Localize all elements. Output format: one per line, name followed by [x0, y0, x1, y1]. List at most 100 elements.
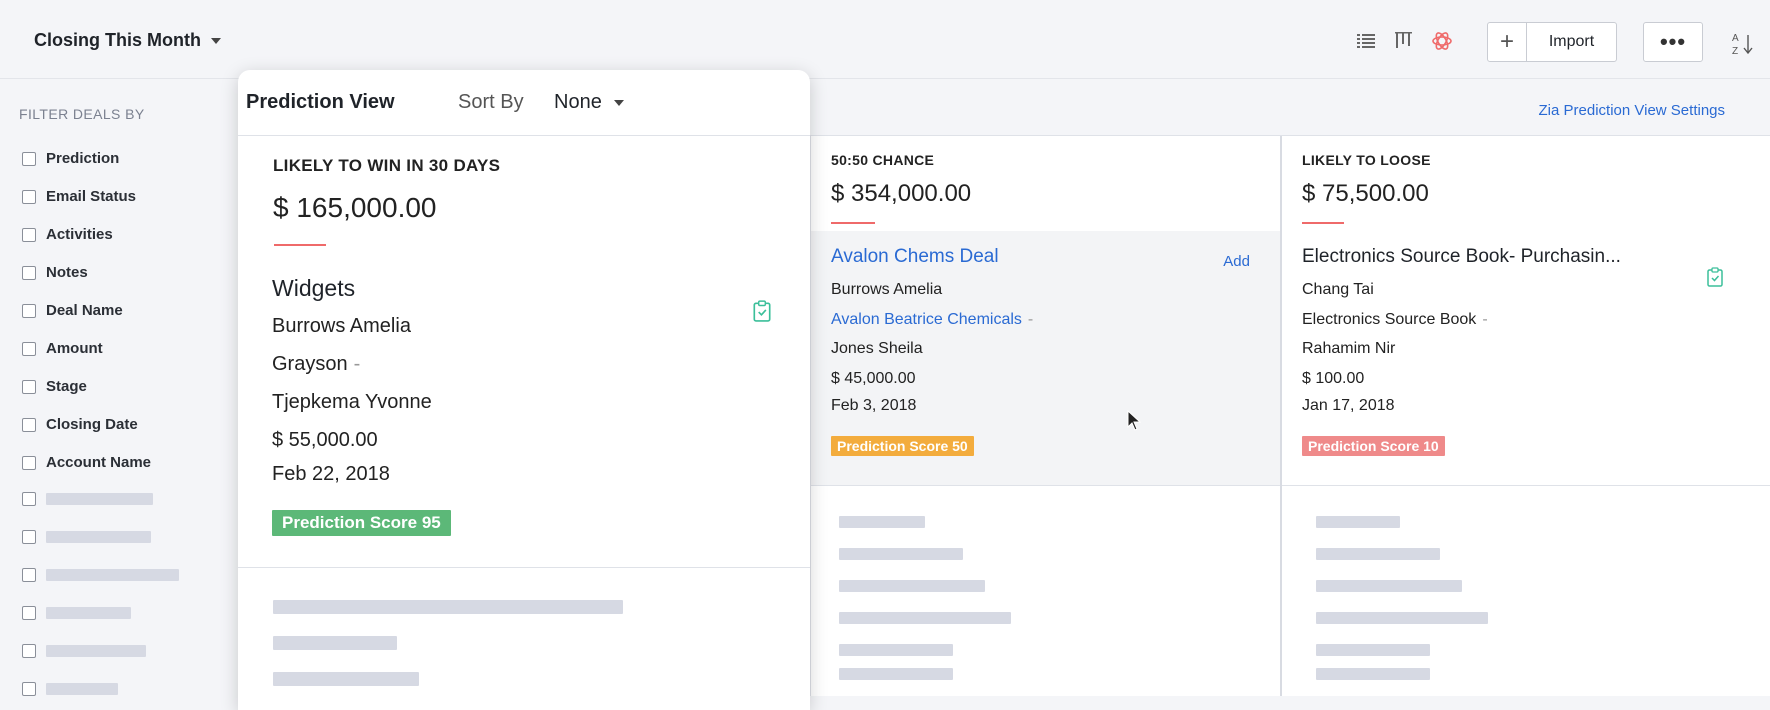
filter-label: Account Name: [46, 454, 152, 471]
checkbox[interactable]: [22, 265, 36, 280]
zia-settings-link[interactable]: Zia Prediction View Settings: [1539, 102, 1725, 119]
deal-title[interactable]: Electronics Source Book- Purchasin...: [1302, 246, 1621, 268]
deal-contact: Burrows Amelia: [831, 281, 943, 298]
svg-text:A: A: [1732, 33, 1739, 44]
filter-label: Activities: [46, 226, 113, 243]
placeholder-bar: [839, 516, 925, 528]
filter-closing-date[interactable]: Closing Date: [22, 416, 138, 433]
filter-label: Amount: [46, 340, 103, 357]
deal-card[interactable]: Electronics Source Book- Purchasin... Ch…: [1282, 231, 1770, 486]
filter-placeholder[interactable]: [22, 644, 146, 658]
checkbox[interactable]: [22, 303, 36, 318]
filter-sidebar: FILTER DEALS BY Prediction Email Status …: [0, 80, 236, 696]
filter-label: Closing Date: [46, 416, 138, 433]
filter-notes[interactable]: Notes: [22, 264, 88, 281]
placeholder-bar: [1316, 668, 1430, 680]
placeholder-bar: [46, 607, 131, 619]
filter-label: Stage: [46, 378, 87, 395]
kanban-view-icon[interactable]: [1393, 30, 1415, 52]
deal-contact: Chang Tai: [1302, 281, 1374, 298]
prediction-score-badge: Prediction Score 95: [272, 510, 451, 536]
placeholder-bar: [46, 683, 118, 695]
view-selector-label: Closing This Month: [34, 30, 201, 50]
filter-stage[interactable]: Stage: [22, 378, 87, 395]
placeholder-bar: [839, 612, 1011, 624]
custom-view-selector[interactable]: Closing This Month: [34, 30, 221, 51]
owner-link[interactable]: Jones Sheila: [831, 340, 923, 358]
filter-label: Deal Name: [46, 302, 123, 319]
deal-card[interactable]: Avalon Chems Deal Add Burrows Amelia Ava…: [811, 231, 1280, 486]
placeholder-bar: [1316, 548, 1440, 560]
placeholder-bar: [46, 645, 146, 657]
filter-placeholder[interactable]: [22, 530, 151, 544]
placeholder-bar: [46, 569, 179, 581]
import-button[interactable]: Import: [1527, 23, 1616, 61]
placeholder-bar: [1316, 516, 1400, 528]
checkbox[interactable]: [22, 151, 36, 166]
filter-placeholder[interactable]: [22, 682, 118, 696]
checkbox[interactable]: [22, 227, 36, 242]
checkbox[interactable]: [22, 189, 36, 204]
filter-amount[interactable]: Amount: [22, 340, 103, 357]
deal-closing-date: Feb 3, 2018: [831, 397, 917, 414]
checkbox[interactable]: [22, 417, 36, 432]
placeholder-bar: [273, 672, 419, 686]
chevron-down-icon: [210, 37, 221, 44]
svg-text:Z: Z: [1732, 46, 1738, 57]
separator: -: [1027, 311, 1034, 328]
filter-deal-name[interactable]: Deal Name: [22, 302, 123, 319]
checkbox[interactable]: [22, 341, 36, 356]
checkbox[interactable]: [22, 455, 36, 470]
create-deal-button[interactable]: +: [1488, 23, 1527, 61]
filter-account-name[interactable]: Account Name: [22, 454, 151, 471]
placeholder-bar: [839, 548, 963, 560]
filter-label: Email Status: [46, 188, 137, 205]
placeholder-bar: [1316, 580, 1462, 592]
column-fifty-fifty: 50:50 CHANCE $ 354,000.00 Avalon Chems D…: [810, 136, 1280, 696]
filter-email-status[interactable]: Email Status: [22, 188, 136, 205]
checkbox[interactable]: [22, 568, 36, 582]
view-switcher: [1355, 30, 1453, 52]
deal-title[interactable]: Widgets: [272, 275, 355, 302]
list-view-icon[interactable]: [1355, 30, 1377, 52]
deal-closing-date: Jan 17, 2018: [1302, 397, 1395, 414]
filter-label: Notes: [46, 264, 88, 281]
filter-title: FILTER DEALS BY: [19, 106, 145, 122]
top-bar: Closing This Month + Import ••• A Z: [0, 0, 1770, 79]
zia-prediction-icon[interactable]: [1431, 30, 1453, 52]
create-import-group: + Import: [1487, 22, 1617, 62]
column-likely-to-loose: LIKELY TO LOOSE $ 75,500.00 Electronics …: [1280, 136, 1770, 696]
checkbox[interactable]: [22, 492, 36, 506]
placeholder-bar: [1316, 612, 1488, 624]
task-clipboard-icon[interactable]: [1706, 267, 1728, 291]
checkbox[interactable]: [22, 644, 36, 658]
column-label: LIKELY TO LOOSE: [1302, 152, 1431, 168]
placeholder-bar: [46, 531, 151, 543]
account-link[interactable]: Avalon Beatrice Chemicals: [831, 311, 1022, 328]
filter-placeholder[interactable]: [22, 568, 179, 582]
checkbox[interactable]: [22, 606, 36, 620]
deal-card[interactable]: Widgets Burrows Amelia Grayson - Tjepkema…: [238, 70, 810, 570]
checkbox[interactable]: [22, 530, 36, 544]
deal-owner: Tjepkema Yvonne: [272, 391, 432, 413]
checkbox[interactable]: [22, 379, 36, 394]
placeholder-bar: [1316, 644, 1430, 656]
task-clipboard-icon[interactable]: [752, 300, 774, 324]
placeholder-bar: [46, 493, 153, 505]
sort-az-icon[interactable]: A Z: [1731, 30, 1755, 58]
more-options-button[interactable]: •••: [1643, 22, 1703, 62]
placeholder-bar: [839, 580, 985, 592]
filter-placeholder[interactable]: [22, 606, 131, 620]
deal-amount: $ 100.00: [1302, 370, 1365, 387]
filter-activities[interactable]: Activities: [22, 226, 113, 243]
filter-placeholder[interactable]: [22, 492, 153, 506]
checkbox[interactable]: [22, 682, 36, 696]
add-task-link[interactable]: Add: [1223, 253, 1250, 270]
filter-prediction[interactable]: Prediction: [22, 150, 119, 167]
card-divider: [238, 567, 810, 568]
deal-title-link[interactable]: Avalon Chems Deal: [831, 246, 999, 268]
column-divider: [1302, 222, 1344, 224]
account-name: Electronics Source Book: [1302, 311, 1477, 328]
deal-amount: $ 45,000.00: [831, 370, 916, 387]
column-label: 50:50 CHANCE: [831, 152, 935, 168]
